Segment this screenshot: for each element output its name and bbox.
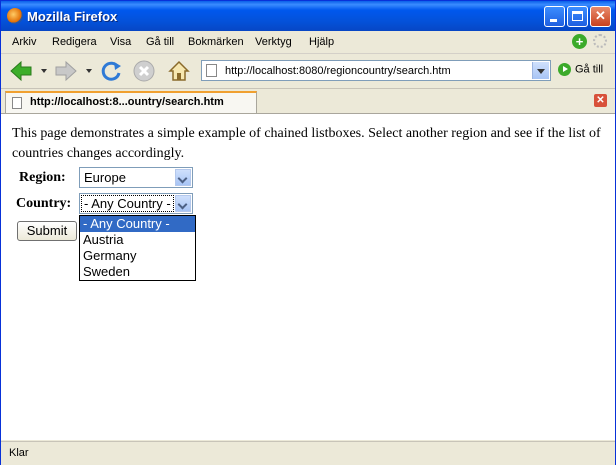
go-button[interactable]: Gå till — [558, 63, 603, 76]
close-icon: ✕ — [595, 8, 606, 23]
menu-hjalp[interactable]: Hjälp — [309, 36, 334, 48]
url-history-dropdown[interactable] — [532, 62, 549, 79]
close-window-button[interactable]: ✕ — [590, 6, 611, 27]
minimize-icon — [550, 19, 557, 22]
maximize-button[interactable] — [567, 6, 588, 27]
menu-redigera[interactable]: Redigera — [52, 36, 97, 48]
page-icon — [12, 97, 22, 109]
region-value: Europe — [84, 170, 126, 185]
menu-visa[interactable]: Visa — [110, 36, 131, 48]
chevron-down-icon[interactable] — [175, 169, 191, 186]
region-select[interactable]: Europe — [79, 167, 193, 188]
home-icon[interactable] — [167, 59, 191, 83]
intro-text: This page demonstrates a simple example … — [12, 126, 601, 161]
menu-ga-till[interactable]: Gå till — [146, 36, 174, 48]
browser-window: Mozilla Firefox ✕ Arkiv Redigera Visa Gå… — [0, 0, 616, 465]
stop-icon[interactable] — [132, 59, 156, 83]
chevron-down-icon[interactable] — [175, 195, 191, 212]
menu-arkiv[interactable]: Arkiv — [12, 36, 36, 48]
firefox-icon — [7, 8, 23, 24]
page-icon — [206, 64, 217, 77]
country-dropdown-list: - Any Country - Austria Germany Sweden — [79, 215, 196, 281]
menu-bar: Arkiv Redigera Visa Gå till Bokmärken Ve… — [1, 31, 615, 54]
url-input[interactable]: http://localhost:8080/regioncountry/sear… — [225, 65, 451, 77]
forward-history-icon[interactable] — [86, 69, 92, 73]
submit-button[interactable]: Submit — [17, 221, 77, 241]
go-icon — [558, 63, 571, 76]
maximize-icon — [572, 11, 583, 21]
back-history-icon[interactable] — [41, 69, 47, 73]
country-option[interactable]: Germany — [80, 248, 195, 264]
country-label: Country: — [16, 196, 72, 211]
url-bar[interactable]: http://localhost:8080/regioncountry/sear… — [201, 60, 551, 81]
menu-bokmarken[interactable]: Bokmärken — [188, 36, 244, 48]
go-label: Gå till — [575, 63, 604, 76]
country-value: - Any Country - — [81, 195, 174, 212]
country-option[interactable]: Austria — [80, 232, 195, 248]
country-option[interactable]: - Any Country - — [80, 216, 195, 232]
status-text: Klar — [9, 447, 29, 459]
country-select[interactable]: - Any Country - — [79, 193, 193, 214]
menu-verktyg[interactable]: Verktyg — [255, 36, 292, 48]
tab-label: http://localhost:8...ountry/search.htm — [30, 96, 224, 108]
reload-icon[interactable] — [99, 59, 123, 83]
status-bar: Klar — [1, 441, 615, 465]
add-icon[interactable]: + — [572, 34, 587, 49]
window-title: Mozilla Firefox — [27, 9, 118, 24]
minimize-button[interactable] — [544, 6, 565, 27]
throbber-icon — [593, 34, 607, 48]
tab-search[interactable]: http://localhost:8...ountry/search.htm — [5, 91, 257, 113]
forward-icon[interactable] — [54, 59, 78, 83]
page-content: This page demonstrates a simple example … — [1, 114, 615, 440]
country-option[interactable]: Sweden — [80, 264, 195, 280]
title-bar[interactable]: Mozilla Firefox ✕ — [1, 1, 615, 31]
region-label: Region: — [19, 170, 66, 185]
back-icon[interactable] — [9, 59, 33, 83]
close-tab-icon[interactable]: ✕ — [594, 94, 607, 107]
navigation-toolbar: http://localhost:8080/regioncountry/sear… — [1, 54, 615, 89]
tab-bar: http://localhost:8...ountry/search.htm — [1, 89, 615, 114]
